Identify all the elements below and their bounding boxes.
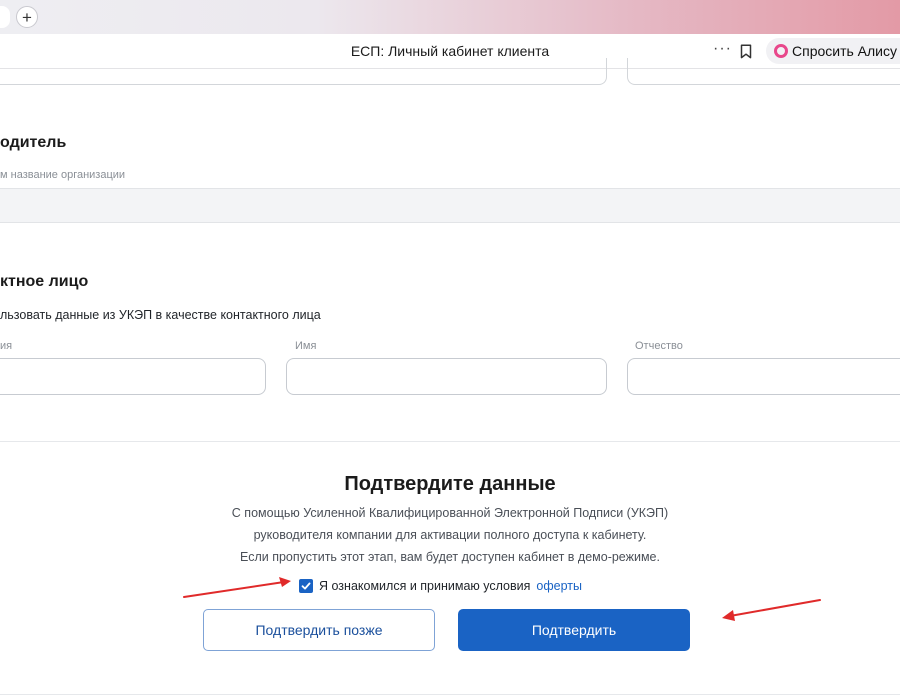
new-tab-button[interactable]: + [16,6,38,28]
bottom-divider [0,694,900,695]
browser-page-title: ЕСП: Личный кабинет клиента [350,43,550,59]
previous-field-right[interactable] [627,58,900,85]
agree-row: Я ознакомился и принимаю условия оферты [299,579,582,593]
section-divider [0,441,900,442]
alice-icon [774,44,788,58]
confirm-later-button[interactable]: Подтвердить позже [203,609,435,651]
confirm-line: руководителя компании для активации полн… [253,528,647,542]
name-label: Имя [295,340,317,352]
name-input[interactable] [286,358,607,395]
patronymic-input[interactable] [627,358,900,395]
confirm-line: С помощью Усиленной Квалифицированной Эл… [231,506,669,520]
section-contact-heading: ктное лицо [0,273,89,290]
annotation-arrow-left [183,577,291,598]
ask-alice-label: Спросить Алису д [792,43,900,59]
check-icon [301,582,311,590]
org-name-label: м название организации [0,169,126,181]
confirm-later-label: Подтвердить позже [255,622,383,638]
section-head-heading: одитель [0,134,67,151]
confirm-description: С помощью Усиленной Квалифицированной Эл… [0,502,900,568]
page: + ЕСП: Личный кабинет клиента ··· Спроси… [0,0,900,700]
plus-icon: + [22,7,32,27]
form-content: одитель м название организации ктное лиц… [0,58,900,700]
dots-icon: ··· [713,40,732,57]
surname-input[interactable] [0,358,266,395]
confirm-line: Если пропустить этот этап, вам будет дос… [240,550,660,564]
surname-label: ия [0,340,13,352]
bookmark-icon[interactable] [740,44,752,59]
confirm-title: Подтвердите данные [344,473,556,495]
active-tab[interactable] [0,6,10,28]
use-ukep-data-label[interactable]: льзовать данные из УКЭП в качестве конта… [0,308,321,322]
previous-field-left[interactable] [0,58,607,85]
confirm-button-label: Подтвердить [531,622,617,638]
browser-tabstrip: + [0,0,900,34]
confirm-button[interactable]: Подтвердить [458,609,690,651]
agree-checkbox[interactable] [299,579,313,593]
org-name-field [0,188,900,223]
agree-label: Я ознакомился и принимаю условия [319,579,531,593]
patronymic-label: Отчество [635,340,683,352]
more-menu-button[interactable]: ··· [713,40,732,58]
offer-link[interactable]: оферты [536,579,582,593]
annotation-arrow-right [722,599,821,621]
